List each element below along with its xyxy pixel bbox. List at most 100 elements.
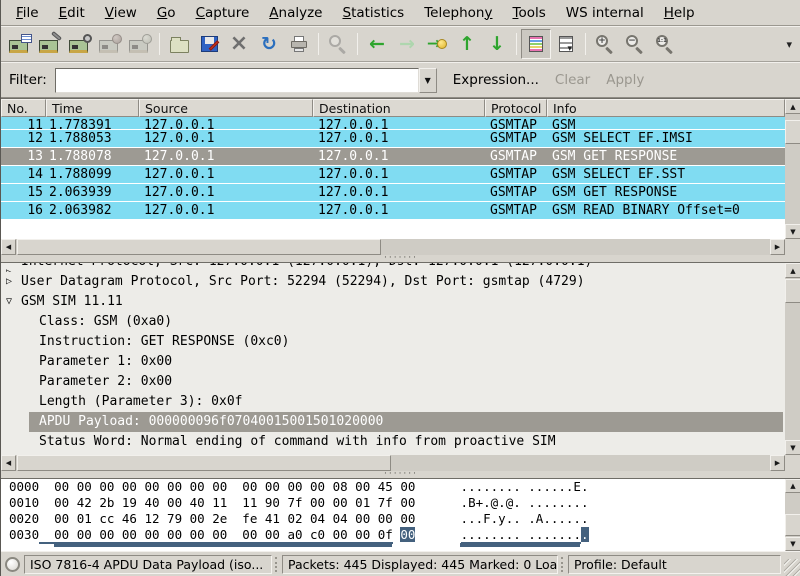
- scroll-left-arrow[interactable]: ◀: [1, 239, 16, 255]
- hex-row-0010[interactable]: 0010 00 42 2b 19 40 00 40 11 11 90 7f 00…: [1, 495, 785, 511]
- save-file-button[interactable]: [194, 29, 224, 59]
- packet-row-12[interactable]: 121.788053127.0.0.1127.0.0.1GSMTAPGSM SE…: [1, 130, 785, 148]
- capture-stop-button[interactable]: [95, 29, 125, 59]
- pane-splitter-bottom[interactable]: ·······: [1, 471, 800, 478]
- scroll-left-arrow[interactable]: ◀: [1, 455, 16, 471]
- go-forward-button[interactable]: →: [392, 29, 422, 59]
- scroll-up-arrow[interactable]: ▲: [785, 99, 800, 114]
- detail-line-3[interactable]: Class: GSM (0xa0): [1, 312, 785, 332]
- detail-line-9[interactable]: Status Word: Normal ending of command wi…: [1, 432, 785, 452]
- window-resize-grip[interactable]: [784, 559, 800, 576]
- detail-line-5[interactable]: Parameter 1: 0x00: [1, 352, 785, 372]
- detail-line-2[interactable]: ▽GSM SIM 11.11: [1, 292, 785, 312]
- menu-statistics[interactable]: Statistics: [333, 2, 413, 24]
- menu-analyze[interactable]: Analyze: [260, 2, 331, 24]
- capture-restart-button[interactable]: [125, 29, 155, 59]
- go-to-bottom-button[interactable]: ↓: [482, 29, 512, 59]
- menu-capture[interactable]: Capture: [187, 2, 259, 24]
- packet-row-13[interactable]: 131.788078127.0.0.1127.0.0.1GSMTAPGSM GE…: [1, 148, 785, 166]
- find-packet-button[interactable]: [323, 29, 353, 59]
- filter-input[interactable]: [55, 68, 419, 93]
- scroll-down-arrow[interactable]: ▼: [785, 440, 800, 455]
- scroll-right-arrow[interactable]: ▶: [770, 455, 785, 471]
- vscroll-thumb[interactable]: [785, 120, 800, 144]
- detail-vscrollbar[interactable]: ▲ ▼: [785, 263, 800, 455]
- go-back-button[interactable]: ←: [362, 29, 392, 59]
- menu-ws-internal[interactable]: WS internal: [557, 2, 653, 24]
- collapsed-expander-icon[interactable]: ▷: [6, 263, 12, 272]
- packet-row-11[interactable]: 111.778391127.0.0.1127.0.0.1GSMTAPGSM: [1, 117, 785, 130]
- packet-list-vscrollbar[interactable]: ▲ ▼: [785, 99, 800, 239]
- expression-button[interactable]: Expression...: [453, 72, 539, 88]
- hex-row-partial-0040: [1, 543, 785, 548]
- collapsed-expander-icon[interactable]: ▷: [6, 272, 12, 292]
- column-header-no[interactable]: No.: [1, 99, 46, 117]
- filter-toolbar: Filter: ▼ Expression... Clear Apply: [1, 62, 800, 98]
- detail-text: APDU Payload: 000000096f0704001500150102…: [39, 414, 383, 429]
- pane-splitter-top[interactable]: ·······: [1, 255, 800, 262]
- expanded-expander-icon[interactable]: ▽: [6, 292, 12, 312]
- column-header-protocol[interactable]: Protocol: [485, 99, 547, 117]
- zoom-100-button[interactable]: 1:1: [650, 29, 680, 59]
- expert-info-icon[interactable]: [5, 557, 20, 572]
- list-interfaces-button[interactable]: [5, 29, 35, 59]
- toolbar-overflow-arrow[interactable]: ▾: [786, 38, 792, 51]
- zoom-out-button[interactable]: −: [620, 29, 650, 59]
- detail-line-0[interactable]: ▷Internet Protocol, Src: 127.0.0.1 (127.…: [1, 263, 785, 272]
- close-capture-button[interactable]: ×: [224, 29, 254, 59]
- scroll-down-arrow[interactable]: ▼: [785, 224, 800, 239]
- colorize-button[interactable]: [521, 29, 551, 59]
- reload-button[interactable]: ↻: [254, 29, 284, 59]
- menu-telephony[interactable]: Telephony: [415, 2, 501, 24]
- capture-options-button[interactable]: [35, 29, 65, 59]
- print-button[interactable]: [284, 29, 314, 59]
- packet-row-15[interactable]: 152.063939127.0.0.1127.0.0.1GSMTAPGSM GE…: [1, 184, 785, 202]
- scroll-down-arrow[interactable]: ▼: [785, 537, 800, 551]
- packet-list-body[interactable]: 111.778391127.0.0.1127.0.0.1GSMTAPGSM121…: [1, 117, 785, 239]
- menu-edit[interactable]: Edit: [50, 2, 94, 24]
- detail-line-8[interactable]: APDU Payload: 000000096f0704001500150102…: [1, 412, 785, 432]
- zoom-in-button[interactable]: +: [590, 29, 620, 59]
- auto-scroll-icon: ▾: [559, 36, 573, 52]
- clear-button[interactable]: Clear: [555, 72, 590, 88]
- packet-row-14[interactable]: 141.788099127.0.0.1127.0.0.1GSMTAPGSM SE…: [1, 166, 785, 184]
- hex-row-0020[interactable]: 0020 00 01 cc 46 12 79 00 2e fe 41 02 04…: [1, 511, 785, 527]
- menu-go[interactable]: Go: [148, 2, 185, 24]
- cell-source: 127.0.0.1: [144, 184, 214, 202]
- scroll-up-arrow[interactable]: ▲: [785, 479, 800, 493]
- go-to-top-button[interactable]: ↑: [452, 29, 482, 59]
- column-header-time[interactable]: Time: [46, 99, 139, 117]
- vscroll-thumb[interactable]: [785, 514, 800, 536]
- menu-file[interactable]: File: [7, 2, 48, 24]
- apply-button[interactable]: Apply: [606, 72, 644, 88]
- detail-line-1[interactable]: ▷User Datagram Protocol, Src Port: 52294…: [1, 272, 785, 292]
- capture-start-button[interactable]: [65, 29, 95, 59]
- cell-time: 1.788053: [49, 130, 112, 148]
- go-to-top-icon: ↑: [459, 35, 475, 54]
- hex-row-0030[interactable]: 0030 00 00 00 00 00 00 00 00 00 00 a0 c0…: [1, 527, 785, 543]
- packet-row-16[interactable]: 162.063982127.0.0.1127.0.0.1GSMTAPGSM RE…: [1, 202, 785, 220]
- menu-tools[interactable]: Tools: [503, 2, 554, 24]
- packet-detail-tree[interactable]: ▷Internet Protocol, Src: 127.0.0.1 (127.…: [1, 263, 785, 455]
- menu-help[interactable]: Help: [655, 2, 704, 24]
- go-to-packet-button[interactable]: →: [422, 29, 452, 59]
- scroll-up-arrow[interactable]: ▲: [785, 263, 800, 278]
- menu-view[interactable]: View: [96, 2, 146, 24]
- auto-scroll-button[interactable]: ▾: [551, 29, 581, 59]
- detail-line-4[interactable]: Instruction: GET RESPONSE (0xc0): [1, 332, 785, 352]
- hex-dump[interactable]: 0000 00 00 00 00 00 00 00 00 00 00 00 00…: [1, 479, 785, 551]
- open-file-button[interactable]: [164, 29, 194, 59]
- hex-vscrollbar[interactable]: ▲ ▼: [785, 479, 800, 551]
- hex-row-0000[interactable]: 0000 00 00 00 00 00 00 00 00 00 00 00 00…: [1, 479, 785, 495]
- hscroll-thumb[interactable]: [17, 455, 391, 471]
- vscroll-thumb[interactable]: [785, 279, 800, 303]
- filter-dropdown-button[interactable]: ▼: [419, 68, 437, 93]
- scroll-right-arrow[interactable]: ▶: [770, 239, 785, 255]
- cell-source: 127.0.0.1: [144, 148, 214, 166]
- column-header-source[interactable]: Source: [139, 99, 313, 117]
- detail-line-7[interactable]: Length (Parameter 3): 0x0f: [1, 392, 785, 412]
- detail-line-6[interactable]: Parameter 2: 0x00: [1, 372, 785, 392]
- hscroll-thumb[interactable]: [17, 239, 381, 255]
- column-header-destination[interactable]: Destination: [313, 99, 485, 117]
- column-header-info[interactable]: Info: [547, 99, 785, 117]
